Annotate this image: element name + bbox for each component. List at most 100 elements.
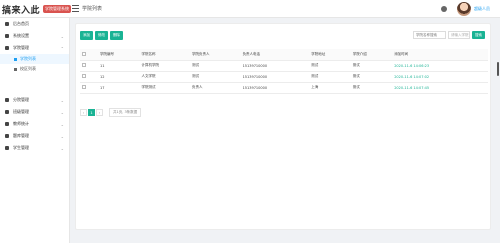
- row-checkbox[interactable]: [80, 71, 98, 83]
- chevron-down-icon: ⌄: [60, 109, 64, 115]
- table-cell: 人文学院: [139, 71, 191, 83]
- table-cell: 测试: [309, 71, 351, 83]
- search-field-select[interactable]: 学院名称搜索: [413, 31, 446, 39]
- top-header: 搞来入此 学院管理系统 学院列表 超级人员: [0, 0, 500, 18]
- breadcrumb: 学院列表: [82, 6, 103, 12]
- student-icon: [5, 146, 9, 150]
- edit-button[interactable]: 修改: [95, 31, 108, 40]
- table-cell: 测试: [190, 71, 241, 83]
- table-cell: 负责人: [190, 82, 241, 94]
- sidebar-item-label: 题库管理: [13, 133, 29, 138]
- pagination: ‹ 1 › 共1页, 3条数据: [80, 108, 142, 117]
- content-panel: 添加 修改 删除 学院名称搜索 请输入学院 搜索 学院编号 学院名称 学院负责人…: [75, 23, 491, 230]
- list-icon: [14, 67, 17, 71]
- table-row[interactable]: 11 计算机学院 测试 15139710000 测试 测试 2020-11-6 …: [80, 60, 488, 72]
- settings-icon[interactable]: [441, 6, 447, 12]
- avatar[interactable]: [457, 2, 471, 16]
- user-name[interactable]: 超级人员: [474, 6, 490, 12]
- sidebar-item-label: 后台首页: [13, 21, 29, 26]
- menu-toggle-icon[interactable]: [72, 5, 79, 12]
- sidebar-item-home[interactable]: 后台首页: [0, 18, 69, 30]
- sidebar-subitem-label: 学院列表: [20, 56, 36, 61]
- table-cell: 17: [98, 82, 140, 94]
- sidebar-item-system[interactable]: 系统设置 ⌄: [0, 30, 69, 42]
- book-icon: [5, 134, 9, 138]
- chevron-down-icon: ⌄: [60, 121, 64, 127]
- table-cell: 15139710000: [240, 60, 310, 72]
- logo-text: 搞来入此: [2, 5, 41, 16]
- app-window: 搞来入此 学院管理系统 学院列表 超级人员 后台首页 系统设置 ⌄ 学院管理 ⌃…: [0, 0, 500, 243]
- building-icon: [5, 46, 9, 50]
- table-row[interactable]: 17 学院测试 负责人 15139710000 上海 测试 2020-11-6 …: [80, 82, 488, 94]
- page-button-current[interactable]: 1: [88, 109, 95, 116]
- chart-icon: [5, 122, 9, 126]
- column-header[interactable]: 学院名称: [139, 49, 191, 61]
- next-page-button[interactable]: ›: [96, 109, 103, 116]
- table-cell: 学院测试: [139, 82, 191, 94]
- sidebar-item-college[interactable]: 学院管理 ⌃: [0, 42, 69, 54]
- user-area: 超级人员: [441, 2, 490, 16]
- pagination-info: 共1页, 3条数据: [109, 108, 142, 117]
- table-cell: 11: [98, 60, 140, 72]
- home-icon: [5, 22, 9, 26]
- sidebar-subitem-college-list[interactable]: 学院列表: [0, 54, 69, 64]
- table-row[interactable]: 12 人文学院 测试 15139710000 测试 测试 2020-11-6 1…: [80, 71, 488, 83]
- table-cell: 测试: [190, 60, 241, 72]
- table-cell: 12: [98, 71, 140, 83]
- sidebar-item-label: 班级管理: [13, 109, 29, 114]
- table-cell: 测试: [350, 82, 393, 94]
- row-checkbox[interactable]: [80, 82, 98, 94]
- chevron-down-icon: ⌄: [60, 97, 64, 103]
- sidebar-item-teacher[interactable]: 教师统计 ⌄: [0, 118, 69, 130]
- table-cell: 15139710000: [240, 82, 310, 94]
- sitemap-icon: [5, 98, 9, 102]
- list-icon: [14, 57, 17, 61]
- column-header[interactable]: 添加时间: [392, 49, 488, 61]
- sidebar: 后台首页 系统设置 ⌄ 学院管理 ⌃ 学院列表 校区列表 分院管理 ⌄ 班级管理…: [0, 18, 70, 243]
- column-header[interactable]: 学院地址: [309, 49, 351, 61]
- table-cell: 计算机学院: [139, 60, 191, 72]
- table-cell: 上海: [309, 82, 351, 94]
- logo: 搞来入此 学院管理系统: [2, 2, 72, 16]
- table-cell-time: 2020-11-6 14:06:23: [392, 60, 488, 72]
- add-button[interactable]: 添加: [80, 31, 93, 40]
- chevron-down-icon: ⌄: [60, 33, 64, 39]
- sidebar-item-label: 系统设置: [13, 33, 29, 38]
- column-header[interactable]: 学院编号: [98, 49, 140, 61]
- select-all-checkbox[interactable]: [80, 49, 98, 61]
- sidebar-item-label: 学院管理: [13, 45, 29, 50]
- chevron-down-icon: ⌄: [60, 133, 64, 139]
- row-checkbox[interactable]: [80, 60, 98, 72]
- table-header-row: 学院编号 学院名称 学院负责人 负责人电话 学院地址 学院介绍 添加时间: [80, 49, 488, 61]
- sidebar-item-question[interactable]: 题库管理 ⌄: [0, 130, 69, 142]
- table-cell: 15139710000: [240, 71, 310, 83]
- search-area: 学院名称搜索 请输入学院 搜索: [413, 31, 485, 39]
- delete-button[interactable]: 删除: [110, 31, 123, 40]
- search-input[interactable]: 请输入学院: [448, 31, 470, 39]
- sidebar-item-label: 教师统计: [13, 121, 29, 126]
- sidebar-item-branch[interactable]: 分院管理 ⌄: [0, 94, 69, 106]
- sidebar-item-student[interactable]: 学生管理 ⌄: [0, 142, 69, 154]
- search-button[interactable]: 搜索: [472, 31, 485, 39]
- column-header[interactable]: 学院介绍: [350, 49, 393, 61]
- sidebar-subitem-campus-list[interactable]: 校区列表: [0, 64, 69, 74]
- table-cell-time: 2020-11-6 14:07:02: [392, 71, 488, 83]
- column-header[interactable]: 学院负责人: [190, 49, 241, 61]
- table-cell: 测试: [350, 71, 393, 83]
- sidebar-item-label: 分院管理: [13, 97, 29, 102]
- prev-page-button[interactable]: ‹: [80, 109, 87, 116]
- sidebar-item-class[interactable]: 班级管理 ⌄: [0, 106, 69, 118]
- chevron-up-icon: ⌃: [60, 45, 64, 51]
- sidebar-subitem-label: 校区列表: [20, 66, 36, 71]
- sidebar-item-label: 学生管理: [13, 145, 29, 150]
- toolbar: 添加 修改 删除: [80, 31, 125, 40]
- logo-badge: 学院管理系统: [43, 5, 72, 13]
- table-cell: 测试: [309, 60, 351, 72]
- gear-icon: [5, 34, 9, 38]
- table-cell-time: 2020-11-6 14:07:45: [392, 82, 488, 94]
- column-header[interactable]: 负责人电话: [240, 49, 310, 61]
- scrollbar-thumb[interactable]: [497, 62, 499, 76]
- table-cell: 测试: [350, 60, 393, 72]
- chevron-down-icon: ⌄: [60, 145, 64, 151]
- college-table: 学院编号 学院名称 学院负责人 负责人电话 学院地址 学院介绍 添加时间 11 …: [80, 49, 488, 94]
